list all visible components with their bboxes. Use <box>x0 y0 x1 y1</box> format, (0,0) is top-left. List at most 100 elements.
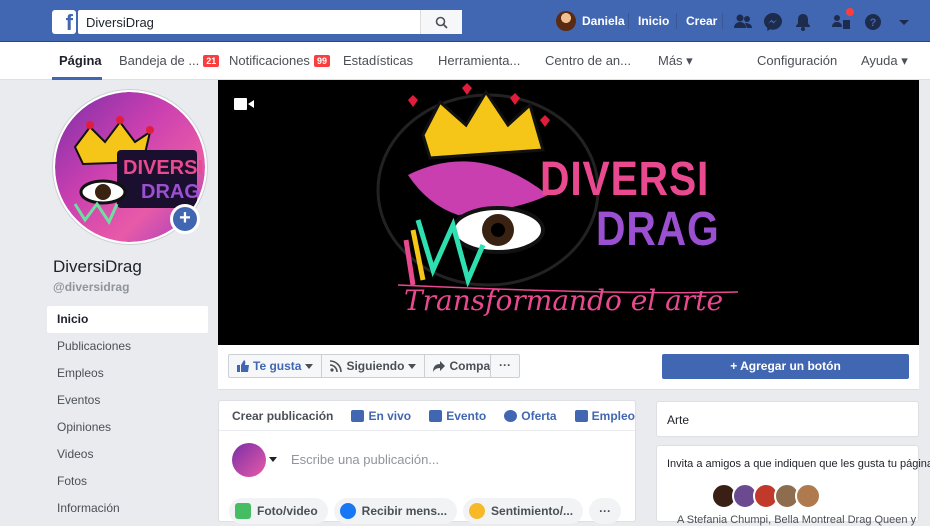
notifications-bell-icon[interactable] <box>792 11 814 33</box>
avatar[interactable] <box>232 443 266 477</box>
composer-tabs: Crear publicación En vivo Evento Oferta … <box>219 401 635 431</box>
invite-friends-card: Invita a amigos a que indiquen que les g… <box>656 445 919 522</box>
tab-tools[interactable]: Herramienta... <box>438 53 520 68</box>
avatar[interactable] <box>795 483 821 509</box>
page-left-navigation: Inicio Publicaciones Empleos Eventos Opi… <box>47 306 208 522</box>
leftnav-item-videos[interactable]: Videos <box>47 441 208 468</box>
photo-video-button[interactable]: Foto/video <box>229 498 328 524</box>
cover-tagline: Transformando el arte <box>404 284 723 317</box>
leftnav-item-events[interactable]: Eventos <box>47 387 208 414</box>
tab-label: Centro de an... <box>545 53 631 68</box>
cover-logo-line2: DRAG <box>596 202 720 257</box>
tab-label: Bandeja de ... <box>119 53 199 68</box>
tab-label: Ayuda ▾ <box>861 53 908 68</box>
following-button[interactable]: Siguiendo <box>322 355 425 377</box>
friend-requests-icon[interactable] <box>732 11 754 33</box>
user-profile-link[interactable]: Daniela <box>556 11 625 31</box>
composer-tab-label: Oferta <box>521 409 556 423</box>
page-category-card[interactable]: Arte <box>656 401 919 437</box>
chip-label: Sentimiento/... <box>491 504 573 518</box>
get-messages-button[interactable]: Recibir mens... <box>334 498 457 524</box>
tab-inbox[interactable]: Bandeja de ... 21 <box>119 53 219 68</box>
tab-label: Más ▾ <box>658 53 693 68</box>
leftnav-item-posts[interactable]: Publicaciones <box>47 333 208 360</box>
messenger-icon <box>340 503 356 519</box>
live-video-icon <box>351 410 364 422</box>
composer-tab-live[interactable]: En vivo <box>351 409 411 423</box>
tab-label: Configuración <box>757 53 837 68</box>
leftnav-item-jobs[interactable]: Empleos <box>47 360 208 387</box>
add-profile-photo-button[interactable]: + <box>170 204 200 234</box>
avatar <box>556 11 576 31</box>
user-name: Daniela <box>582 14 625 28</box>
leftnav-item-about[interactable]: Información <box>47 495 208 522</box>
composer-tab-label: En vivo <box>368 409 411 423</box>
composer-tab-label: Evento <box>446 409 486 423</box>
like-button[interactable]: Te gusta <box>229 355 322 377</box>
tab-settings[interactable]: Configuración <box>757 53 837 68</box>
count-badge: 21 <box>203 55 219 67</box>
post-input[interactable]: Escribe una publicación... <box>291 452 439 467</box>
rss-feed-icon <box>330 360 342 372</box>
tab-notifications[interactable]: Notificaciones 99 <box>229 53 330 68</box>
more-composer-options-button[interactable]: ··· <box>589 498 621 524</box>
share-arrow-icon <box>433 361 445 372</box>
more-options-button[interactable]: ··· <box>490 354 520 378</box>
post-composer: Crear publicación En vivo Evento Oferta … <box>218 400 636 522</box>
page-title: DiversiDrag <box>53 257 142 277</box>
leftnav-item-photos[interactable]: Fotos <box>47 468 208 495</box>
leftnav-item-reviews[interactable]: Opiniones <box>47 414 208 441</box>
chip-label: Recibir mens... <box>362 504 447 518</box>
tab-more[interactable]: Más ▾ <box>658 53 693 69</box>
page-action-bar: Te gusta Siguiendo Compartir ··· + Agreg… <box>218 345 919 390</box>
count-badge: 99 <box>314 55 330 67</box>
briefcase-icon <box>575 410 588 422</box>
composer-actions: Foto/video Recibir mens... Sentimiento/.… <box>229 498 621 524</box>
invite-title: Invita a amigos a que indiquen que les g… <box>667 458 930 470</box>
like-label: Te gusta <box>253 359 301 373</box>
chevron-down-icon <box>408 364 416 369</box>
home-link[interactable]: Inicio <box>638 14 669 28</box>
composer-tab-job[interactable]: Empleo <box>575 409 635 423</box>
active-tab-indicator <box>52 77 102 80</box>
create-link[interactable]: Crear <box>686 14 717 28</box>
facebook-logo-icon[interactable]: f <box>52 10 76 34</box>
calendar-icon <box>429 410 442 422</box>
page-actions-group: Te gusta Siguiendo Compartir <box>228 354 516 378</box>
chevron-down-icon[interactable] <box>269 457 277 462</box>
composer-tab-create-post[interactable]: Crear publicación <box>232 409 333 423</box>
composer-tab-label: Empleo <box>592 409 635 423</box>
top-navigation-bar: f Daniela Inicio Crear ? <box>0 0 930 42</box>
search-input[interactable] <box>78 10 418 34</box>
thumbs-up-icon <box>237 360 249 372</box>
tab-label: Página <box>59 53 102 68</box>
add-button-cta[interactable]: + Agregar un botón <box>662 354 909 379</box>
cover-video[interactable]: DIVERSI DRAG Transformando el arte <box>218 80 919 345</box>
messenger-icon[interactable] <box>762 11 784 33</box>
divider <box>676 13 677 29</box>
svg-text:DRAG: DRAG <box>141 181 200 203</box>
tab-help[interactable]: Ayuda ▾ <box>861 53 908 69</box>
page-username[interactable]: @diversidrag <box>53 280 129 294</box>
tab-label: Notificaciones <box>229 53 310 68</box>
composer-tab-offer[interactable]: Oferta <box>504 409 556 423</box>
chip-label: Foto/video <box>257 504 318 518</box>
photo-icon <box>235 503 251 519</box>
tab-pagina[interactable]: Página <box>59 53 102 68</box>
smiley-icon <box>469 503 485 519</box>
search-button[interactable] <box>420 10 462 34</box>
tab-statistics[interactable]: Estadísticas <box>343 53 413 68</box>
tab-ad-center[interactable]: Centro de an... <box>545 53 631 68</box>
divider <box>722 13 723 29</box>
search-box[interactable] <box>78 10 462 34</box>
chevron-down-icon <box>305 364 313 369</box>
account-menu-chevron-icon[interactable] <box>893 11 915 33</box>
search-icon <box>435 16 448 29</box>
composer-tab-event[interactable]: Evento <box>429 409 486 423</box>
divider <box>628 13 629 29</box>
page-tabs: Página Bandeja de ... 21 Notificaciones 99… <box>0 42 930 80</box>
feeling-activity-button[interactable]: Sentimiento/... <box>463 498 583 524</box>
tab-label: Herramienta... <box>438 53 520 68</box>
help-question-icon[interactable]: ? <box>862 11 884 33</box>
leftnav-item-home[interactable]: Inicio <box>47 306 208 333</box>
